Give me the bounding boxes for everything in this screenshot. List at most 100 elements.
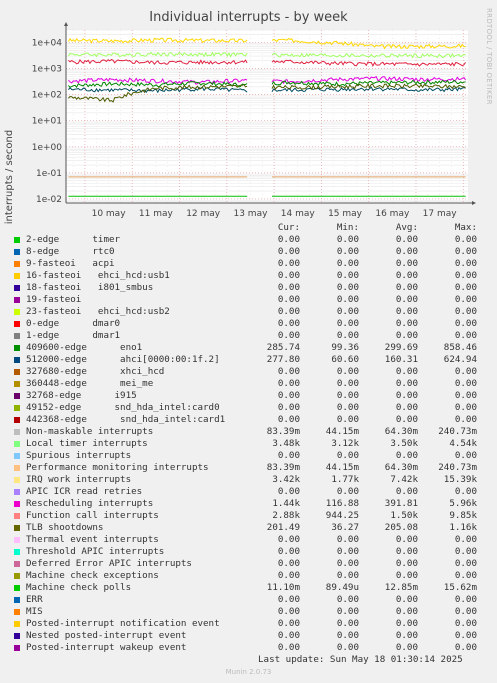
- legend-avg-value: 7.42k: [390, 474, 418, 485]
- x-tick-label: 15 may: [328, 209, 363, 219]
- chart: 1e-02 1e-01 1e+00 1e+01 1e+02 1e+03 1e+04 10 ma…: [32, 22, 476, 219]
- legend-avg-value: 64.30m: [384, 426, 418, 437]
- legend-min-value: 89.49u: [325, 582, 359, 593]
- legend-header-avg: Avg:: [395, 222, 418, 233]
- legend-row: 327680-edge xhci_hcd 0.00 0.00 0.00 0.00: [12, 366, 492, 378]
- legend-avg-value: 0.00: [395, 270, 418, 281]
- legend-min-value: 0.00: [336, 330, 359, 341]
- legend-cur-value: 0.00: [277, 282, 300, 293]
- legend-avg-value: 0.00: [395, 558, 418, 569]
- legend-label: MIS: [26, 606, 43, 617]
- legend-label: 23-fasteoi ehci_hcd:usb2: [26, 306, 170, 317]
- legend-max-value: 0.00: [454, 282, 477, 293]
- legend-max-value: 0.00: [454, 270, 477, 281]
- legend-max-value: 0.00: [454, 318, 477, 329]
- legend-row: Threshold APIC interrupts 0.00 0.00 0.00 0.0…: [12, 546, 492, 558]
- legend-row: Nested posted-interrupt event 0.00 0.00 0.0…: [12, 630, 492, 642]
- legend-min-value: 116.88: [325, 498, 359, 509]
- legend-row: Local timer interrupts 3.48k 3.12k 3.50k 4.5…: [12, 438, 492, 450]
- legend-header-cur: Cur:: [277, 222, 300, 233]
- legend-label: 2-edge timer: [26, 234, 121, 245]
- legend-avg-value: 0.00: [395, 486, 418, 497]
- legend-label: Posted-interrupt wakeup event: [26, 642, 187, 653]
- legend-swatch: [14, 645, 20, 651]
- legend-max-value: 0.00: [454, 378, 477, 389]
- legend-cur-value: 0.00: [277, 234, 300, 245]
- legend-swatch: [14, 513, 20, 519]
- legend-min-value: 0.00: [336, 606, 359, 617]
- legend-min-value: 0.00: [336, 282, 359, 293]
- legend-min-value: 36.27: [331, 522, 359, 533]
- legend-avg-value: 0.00: [395, 594, 418, 605]
- munin-version: Munin 2.0.73: [225, 668, 272, 676]
- legend-max-value: 0.00: [454, 246, 477, 257]
- legend-swatch: [14, 273, 20, 279]
- legend-min-value: 0.00: [336, 294, 359, 305]
- legend-min-value: 0.00: [336, 570, 359, 581]
- legend-avg-value: 0.00: [395, 330, 418, 341]
- legend: Cur: Min: Avg: Max: 2-edge timer 0.00 0.00…: [12, 222, 492, 654]
- legend-label: Deferred Error APIC interrupts: [26, 558, 192, 569]
- legend-swatch: [14, 501, 20, 507]
- legend-label: Spurious interrupts: [26, 450, 132, 461]
- legend-cur-value: 0.00: [277, 258, 300, 269]
- legend-label: Machine check exceptions: [26, 570, 159, 581]
- legend-max-value: 0.00: [454, 390, 477, 401]
- legend-avg-value: 0.00: [395, 378, 418, 389]
- legend-swatch: [14, 381, 20, 387]
- legend-avg-value: 0.00: [395, 546, 418, 557]
- legend-avg-value: 0.00: [395, 606, 418, 617]
- legend-swatch: [14, 393, 20, 399]
- legend-row: 409600-edge eno1 285.74 99.36 299.69 858.46: [12, 342, 492, 354]
- legend-label: 409600-edge eno1: [26, 342, 143, 353]
- legend-min-value: 44.15m: [325, 426, 359, 437]
- legend-row: 23-fasteoi ehci_hcd:usb2 0.00 0.00 0.00 0.00: [12, 306, 492, 318]
- legend-avg-value: 0.00: [395, 630, 418, 641]
- legend-swatch: [14, 609, 20, 615]
- legend-cur-value: 0.00: [277, 486, 300, 497]
- legend-row: 360448-edge mei_me 0.00 0.00 0.00 0.00: [12, 378, 492, 390]
- legend-cur-value: 0.00: [277, 390, 300, 401]
- legend-swatch: [14, 297, 20, 303]
- legend-avg-value: 0.00: [395, 258, 418, 269]
- y-tick-label: 1e+04: [32, 38, 63, 48]
- legend-label: 9-fasteoi acpi: [26, 258, 115, 269]
- legend-row: MIS 0.00 0.00 0.00 0.00: [12, 606, 492, 618]
- legend-row: APIC ICR read retries 0.00 0.00 0.00 0.00: [12, 486, 492, 498]
- y-tick-label: 1e-02: [36, 195, 62, 205]
- legend-row: Thermal event interrupts 0.00 0.00 0.00 0.00: [12, 534, 492, 546]
- legend-row: Deferred Error APIC interrupts 0.00 0.00 0.…: [12, 558, 492, 570]
- legend-row: 18-fasteoi i801_smbus 0.00 0.00 0.00 0.00: [12, 282, 492, 294]
- legend-max-value: 858.46: [443, 342, 477, 353]
- legend-avg-value: 391.81: [384, 498, 418, 509]
- legend-label: 32768-edge i915: [26, 390, 137, 401]
- legend-avg-value: 0.00: [395, 282, 418, 293]
- legend-label: Local timer interrupts: [26, 438, 148, 449]
- legend-min-value: 0.00: [336, 306, 359, 317]
- legend-label: Threshold APIC interrupts: [26, 546, 165, 557]
- legend-row: IRQ work interrupts 3.42k 1.77k 7.42k 15.39k: [12, 474, 492, 486]
- legend-cur-value: 1.44k: [272, 498, 300, 509]
- legend-min-value: 0.00: [336, 234, 359, 245]
- legend-row: 8-edge rtc0 0.00 0.00 0.00 0.00: [12, 246, 492, 258]
- legend-swatch: [14, 309, 20, 315]
- legend-row: Posted-interrupt notification event 0.00 0…: [12, 618, 492, 630]
- legend-cur-value: 0.00: [277, 246, 300, 257]
- legend-cur-value: 0.00: [277, 378, 300, 389]
- legend-min-value: 1.77k: [331, 474, 359, 485]
- legend-max-value: 0.00: [454, 402, 477, 413]
- legend-min-value: 0.00: [336, 534, 359, 545]
- legend-row: 512000-edge ahci[0000:00:1f.2] 277.80 60.6…: [12, 354, 492, 366]
- legend-row: Machine check exceptions 0.00 0.00 0.00 0.00: [12, 570, 492, 582]
- legend-row: Spurious interrupts 0.00 0.00 0.00 0.00: [12, 450, 492, 462]
- legend-cur-value: 0.00: [277, 402, 300, 413]
- legend-min-value: 0.00: [336, 270, 359, 281]
- legend-min-value: 99.36: [331, 342, 359, 353]
- legend-row: Non-maskable interrupts 83.39m 44.15m 64.30…: [12, 426, 492, 438]
- legend-avg-value: 0.00: [395, 534, 418, 545]
- legend-max-value: 0.00: [454, 558, 477, 569]
- legend-avg-value: 0.00: [395, 246, 418, 257]
- legend-swatch: [14, 537, 20, 543]
- legend-max-value: 0.00: [454, 618, 477, 629]
- y-axis-arrow: [64, 22, 68, 26]
